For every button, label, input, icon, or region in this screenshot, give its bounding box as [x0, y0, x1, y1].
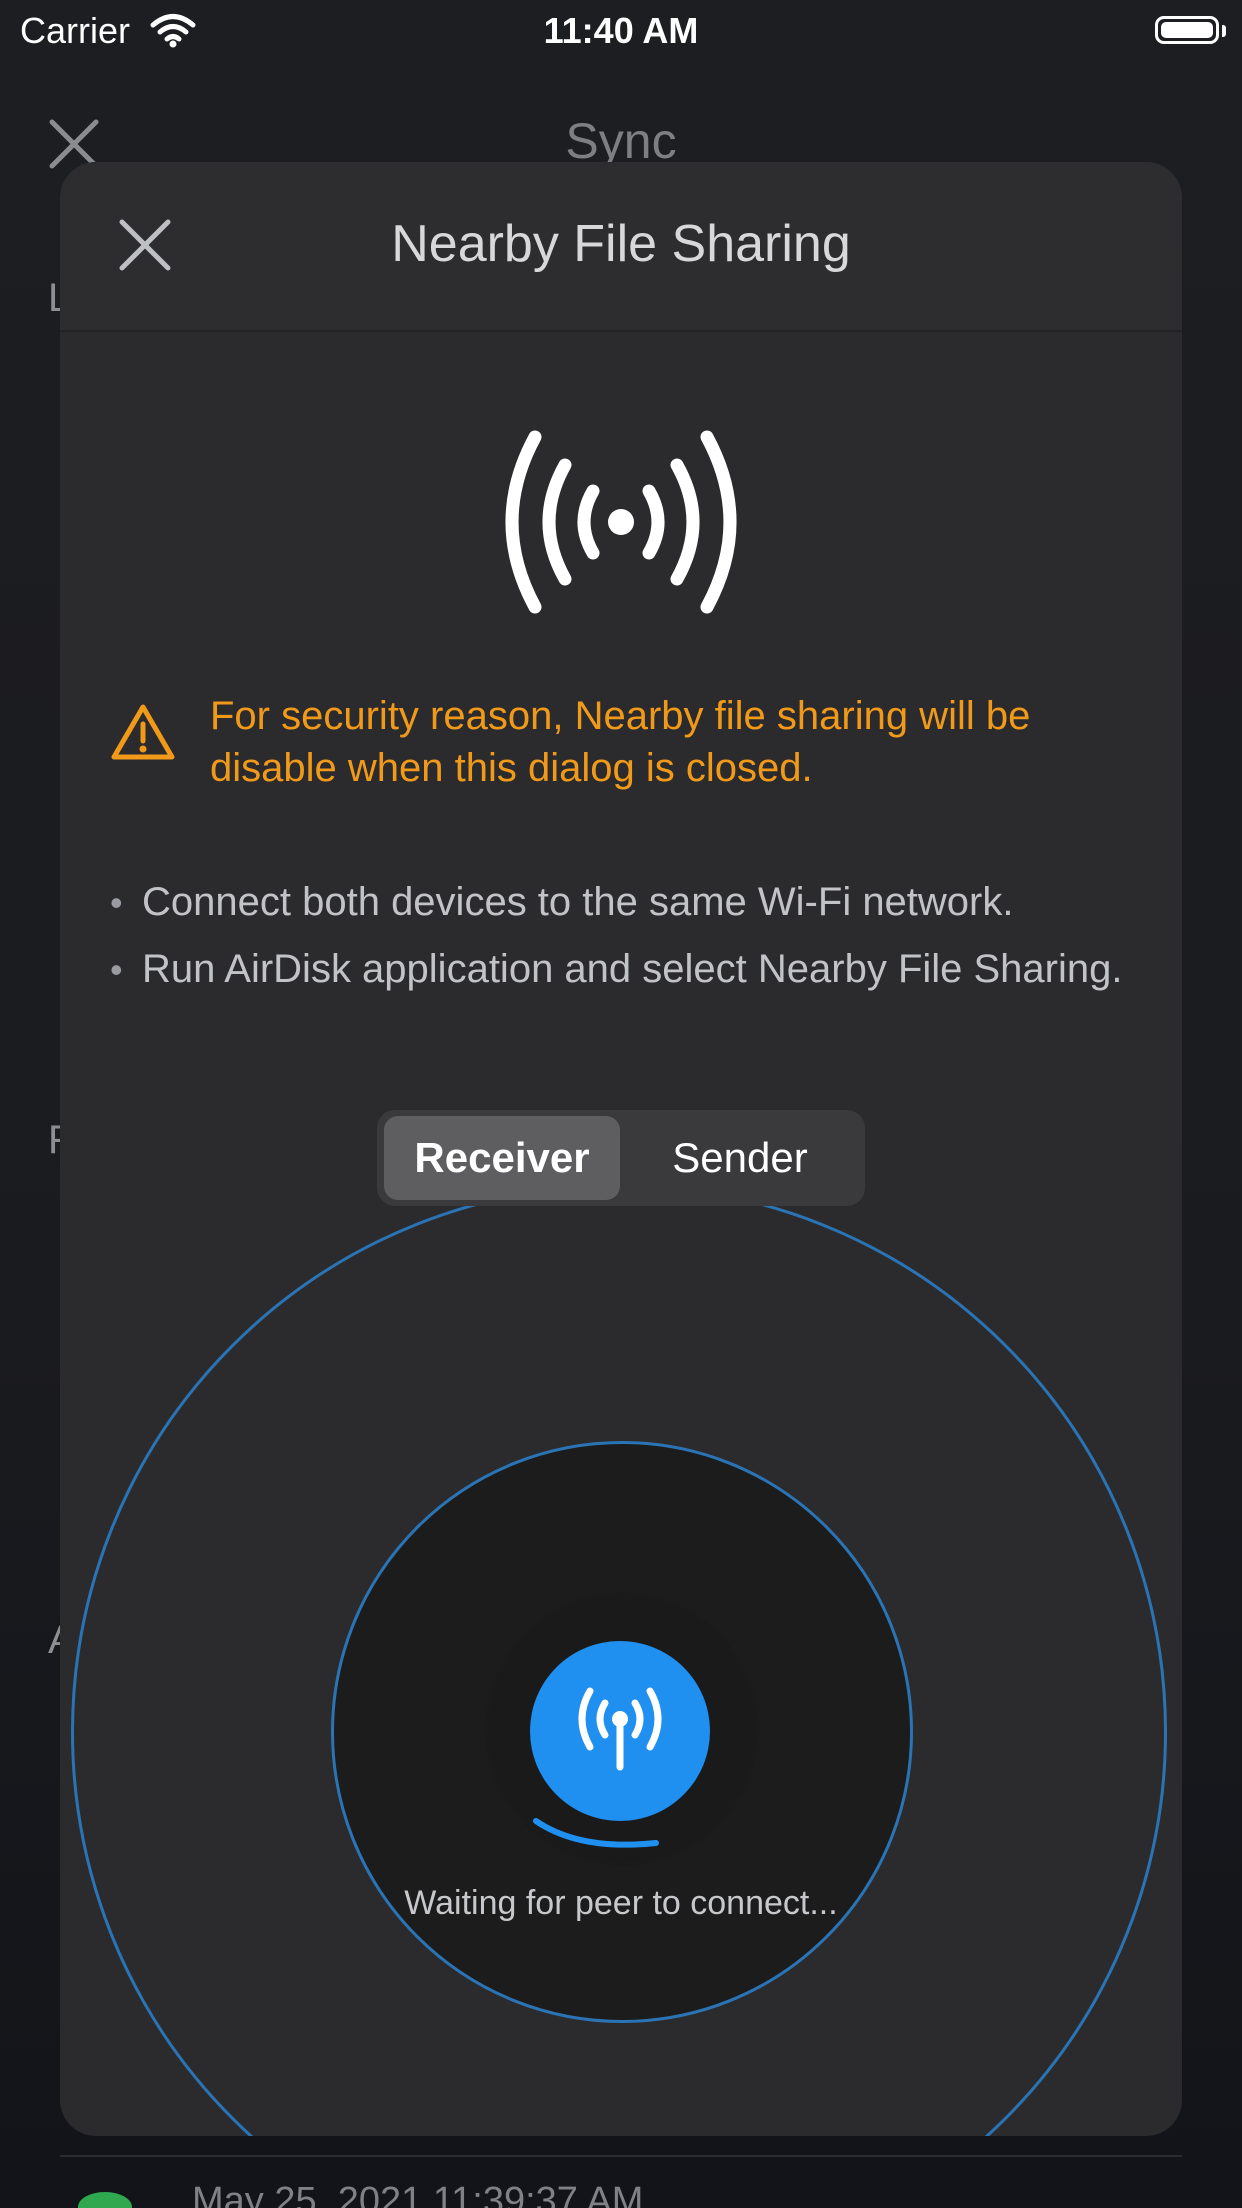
battery-icon [1155, 16, 1219, 44]
instruction-text: Run AirDisk application and select Nearb… [142, 947, 1123, 991]
dialog-title: Nearby File Sharing [391, 215, 851, 273]
loading-spinner-icon [533, 1818, 659, 1848]
list-item: • Connect both devices to the same Wi-Fi… [110, 877, 1170, 928]
battery-nub [1222, 25, 1226, 37]
connection-status: Waiting for peer to connect... [404, 1884, 838, 1922]
background-row-icon [78, 2192, 132, 2208]
sender-tab[interactable]: Sender [622, 1116, 858, 1200]
bullet-icon: • [110, 882, 123, 923]
receiver-tab[interactable]: Receiver [384, 1116, 620, 1200]
instruction-text: Connect both devices to the same Wi-Fi n… [142, 880, 1014, 924]
nearby-sharing-dialog: Nearby File Sharing For security reason,… [60, 162, 1182, 2136]
bullet-icon: • [110, 949, 123, 990]
warning-icon [111, 704, 175, 760]
dialog-header: Nearby File Sharing [60, 162, 1182, 332]
instructions-list: • Connect both devices to the same Wi-Fi… [110, 877, 1170, 1011]
mode-segmented-control: Receiver Sender [377, 1110, 865, 1206]
background-row-date: May 25, 2021 11:39:37 AM [192, 2180, 644, 2208]
list-item: • Run AirDisk application and select Nea… [110, 944, 1170, 995]
screen: Carrier 11:40 AM Sync L F A May 25, 2021… [0, 0, 1242, 2208]
clock: 11:40 AM [543, 10, 699, 51]
security-warning: For security reason, Nearby file sharing… [210, 694, 1031, 790]
broadcast-icon [505, 430, 737, 614]
status-bar: Carrier 11:40 AM [0, 0, 1242, 62]
background-divider [60, 2155, 1182, 2157]
